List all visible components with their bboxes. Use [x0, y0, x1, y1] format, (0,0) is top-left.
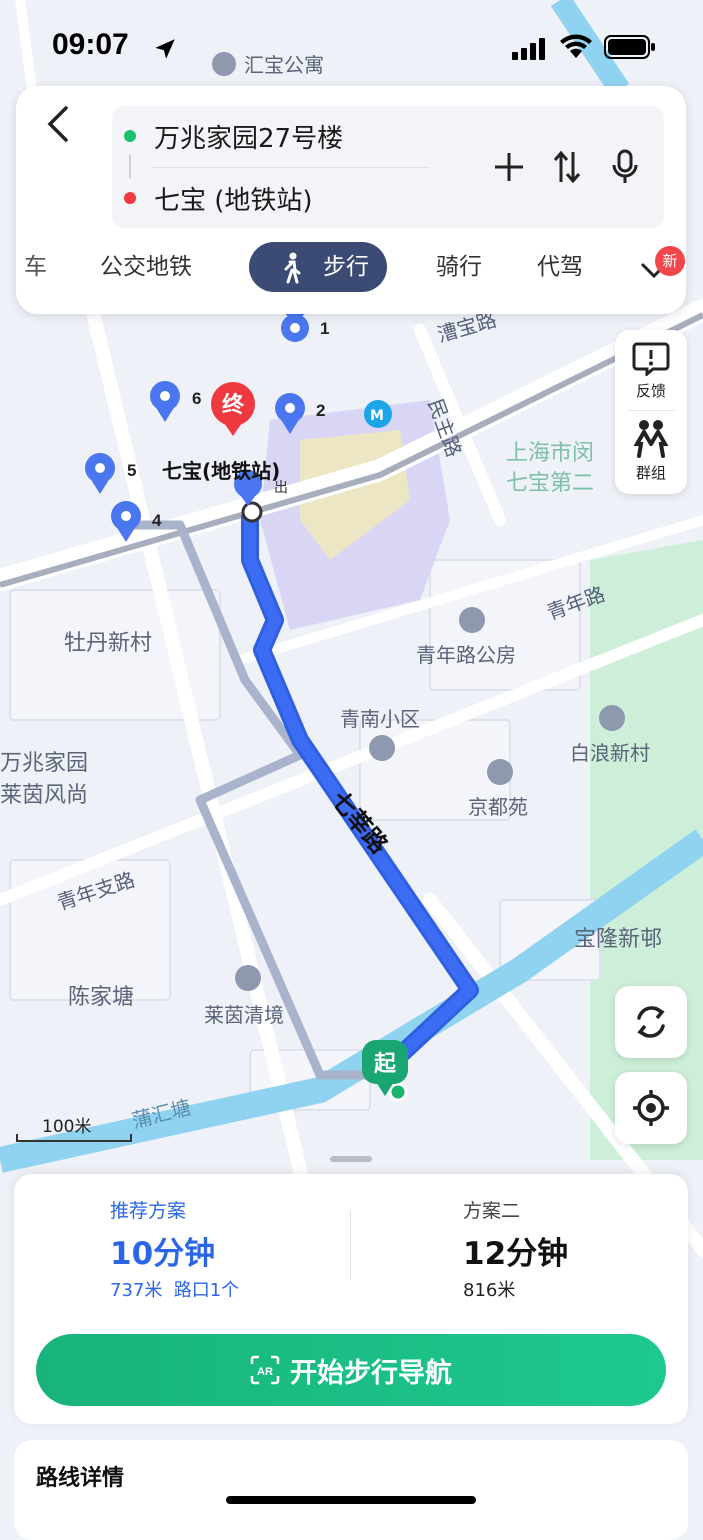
exit-label-4: 4 — [152, 511, 162, 530]
walking-person-icon — [284, 252, 301, 284]
poi-label-qingnan: 青南小区 — [340, 707, 420, 731]
start-walking-navigation-button[interactable]: AR 开始步行导航 — [36, 1334, 666, 1406]
exit-label-6: 6 — [192, 389, 201, 408]
svg-text:M: M — [370, 408, 384, 424]
microphone-icon — [612, 149, 638, 183]
plus-icon — [495, 153, 523, 181]
plan-2-meta: 816米 — [463, 1280, 516, 1301]
exit-label-5: 5 — [127, 461, 136, 480]
voice-input-button[interactable] — [604, 146, 646, 188]
poi-label-school-line1: 上海市闵 — [506, 441, 594, 466]
exit-label-1: 1 — [320, 319, 329, 338]
sheet-drag-handle[interactable] — [330, 1156, 372, 1162]
origin-dot — [388, 1082, 408, 1102]
area-label-chenjiatang: 陈家塘 — [68, 985, 134, 1010]
plan-1-label: 推荐方案 — [110, 1200, 187, 1222]
plan-2-time: 12分钟 — [463, 1236, 569, 1272]
plan-alternative[interactable]: 方案二 12分钟 816米 — [351, 1174, 688, 1314]
plan-recommended[interactable]: 推荐方案 10分钟 737米 路口1个 — [14, 1174, 350, 1314]
tab-walking-label: 步行 — [323, 254, 369, 280]
tab-cycling[interactable]: 骑行 — [436, 242, 482, 292]
tab-car[interactable]: 车 — [24, 242, 47, 292]
origin-text: 万兆家园27号楼 — [154, 123, 344, 154]
destination-row[interactable]: 七宝 (地铁站) — [124, 178, 313, 218]
status-time: 09:07 — [52, 28, 129, 61]
feedback-button[interactable]: 反馈 — [615, 340, 687, 401]
end-marker-label: 终 — [222, 392, 245, 418]
group-label: 群组 — [635, 464, 666, 482]
poi-label-jingdu: 京都苑 — [468, 795, 528, 819]
wifi-icon — [560, 34, 592, 58]
route-details-section[interactable]: 路线详情 — [14, 1440, 688, 1540]
poi-label-laiyin: 莱茵清境 — [204, 1003, 284, 1027]
poi-label-qingnian-house: 青年路公房 — [416, 643, 516, 667]
feedback-icon — [632, 342, 670, 378]
destination-text: 七宝 (地铁站) — [154, 185, 313, 216]
transport-tabs: 车 公交地铁 步行 骑行 代驾 — [16, 242, 686, 298]
swap-arrows-icon — [553, 150, 581, 184]
add-waypoint-button[interactable] — [488, 146, 530, 188]
exit-label: 出 — [274, 480, 288, 496]
group-people-icon — [633, 420, 669, 458]
plan-2-label: 方案二 — [463, 1200, 521, 1222]
origin-destination-box: 万兆家园27号楼 七宝 (地铁站) — [112, 106, 664, 228]
map-side-panel: 反馈 群组 — [615, 330, 687, 494]
origin-row[interactable]: 万兆家园27号楼 — [124, 116, 343, 156]
group-button[interactable]: 群组 — [615, 418, 687, 483]
poi-label-school-line2: 七宝第二 — [506, 471, 594, 496]
start-marker-label: 起 — [373, 1052, 397, 1077]
back-button[interactable] — [40, 102, 80, 146]
new-badge: 新 — [655, 246, 685, 276]
ar-icon: AR — [250, 1355, 280, 1385]
svg-text:AR: AR — [257, 1366, 273, 1378]
refresh-icon — [637, 1006, 665, 1038]
refresh-route-button[interactable] — [615, 986, 687, 1058]
origin-dot-icon — [124, 130, 136, 142]
tab-designated-driver[interactable]: 代驾 — [537, 242, 583, 292]
location-arrow-icon — [155, 39, 175, 59]
exit-label-2: 2 — [316, 401, 325, 420]
area-label-mudan: 牡丹新村 — [64, 631, 152, 656]
cellular-signal-icon — [512, 38, 545, 60]
area-label-wanzhao-line2: 莱茵风尚 — [0, 783, 88, 808]
route-details-title: 路线详情 — [36, 1466, 125, 1491]
tab-transit[interactable]: 公交地铁 — [100, 242, 192, 292]
locate-me-button[interactable] — [615, 1072, 687, 1144]
plan-1-meta: 737米 路口1个 — [110, 1280, 240, 1301]
station-label: 七宝(地铁站) — [162, 459, 280, 483]
plan-1-time: 10分钟 — [110, 1236, 216, 1272]
location-target-icon — [633, 1090, 669, 1126]
poi-label-bailang: 白浪新村 — [570, 741, 650, 765]
scale-bar: 100米 — [16, 1112, 132, 1142]
battery-icon — [604, 35, 655, 59]
area-label-wanzhao-line1: 万兆家园 — [0, 751, 88, 776]
route-plans-card: 推荐方案 10分钟 737米 路口1个 方案二 12分钟 816米 AR 开始步… — [14, 1174, 688, 1424]
status-bar: 09:07 — [0, 0, 703, 90]
tab-walking[interactable]: 步行 — [249, 242, 387, 292]
home-indicator — [226, 1496, 476, 1504]
area-label-baolong: 宝隆新邨 — [574, 927, 662, 952]
destination-dot-icon — [124, 192, 136, 204]
chevron-left-icon — [47, 106, 68, 142]
destination-dot — [241, 501, 263, 523]
route-search-card: 万兆家园27号楼 七宝 (地铁站) 车 公交地铁 步行 骑行 代驾 新 — [16, 86, 686, 314]
start-navigation-label: 开始步行导航 — [290, 1357, 452, 1389]
swap-button[interactable] — [546, 146, 588, 188]
feedback-label: 反馈 — [635, 382, 666, 400]
